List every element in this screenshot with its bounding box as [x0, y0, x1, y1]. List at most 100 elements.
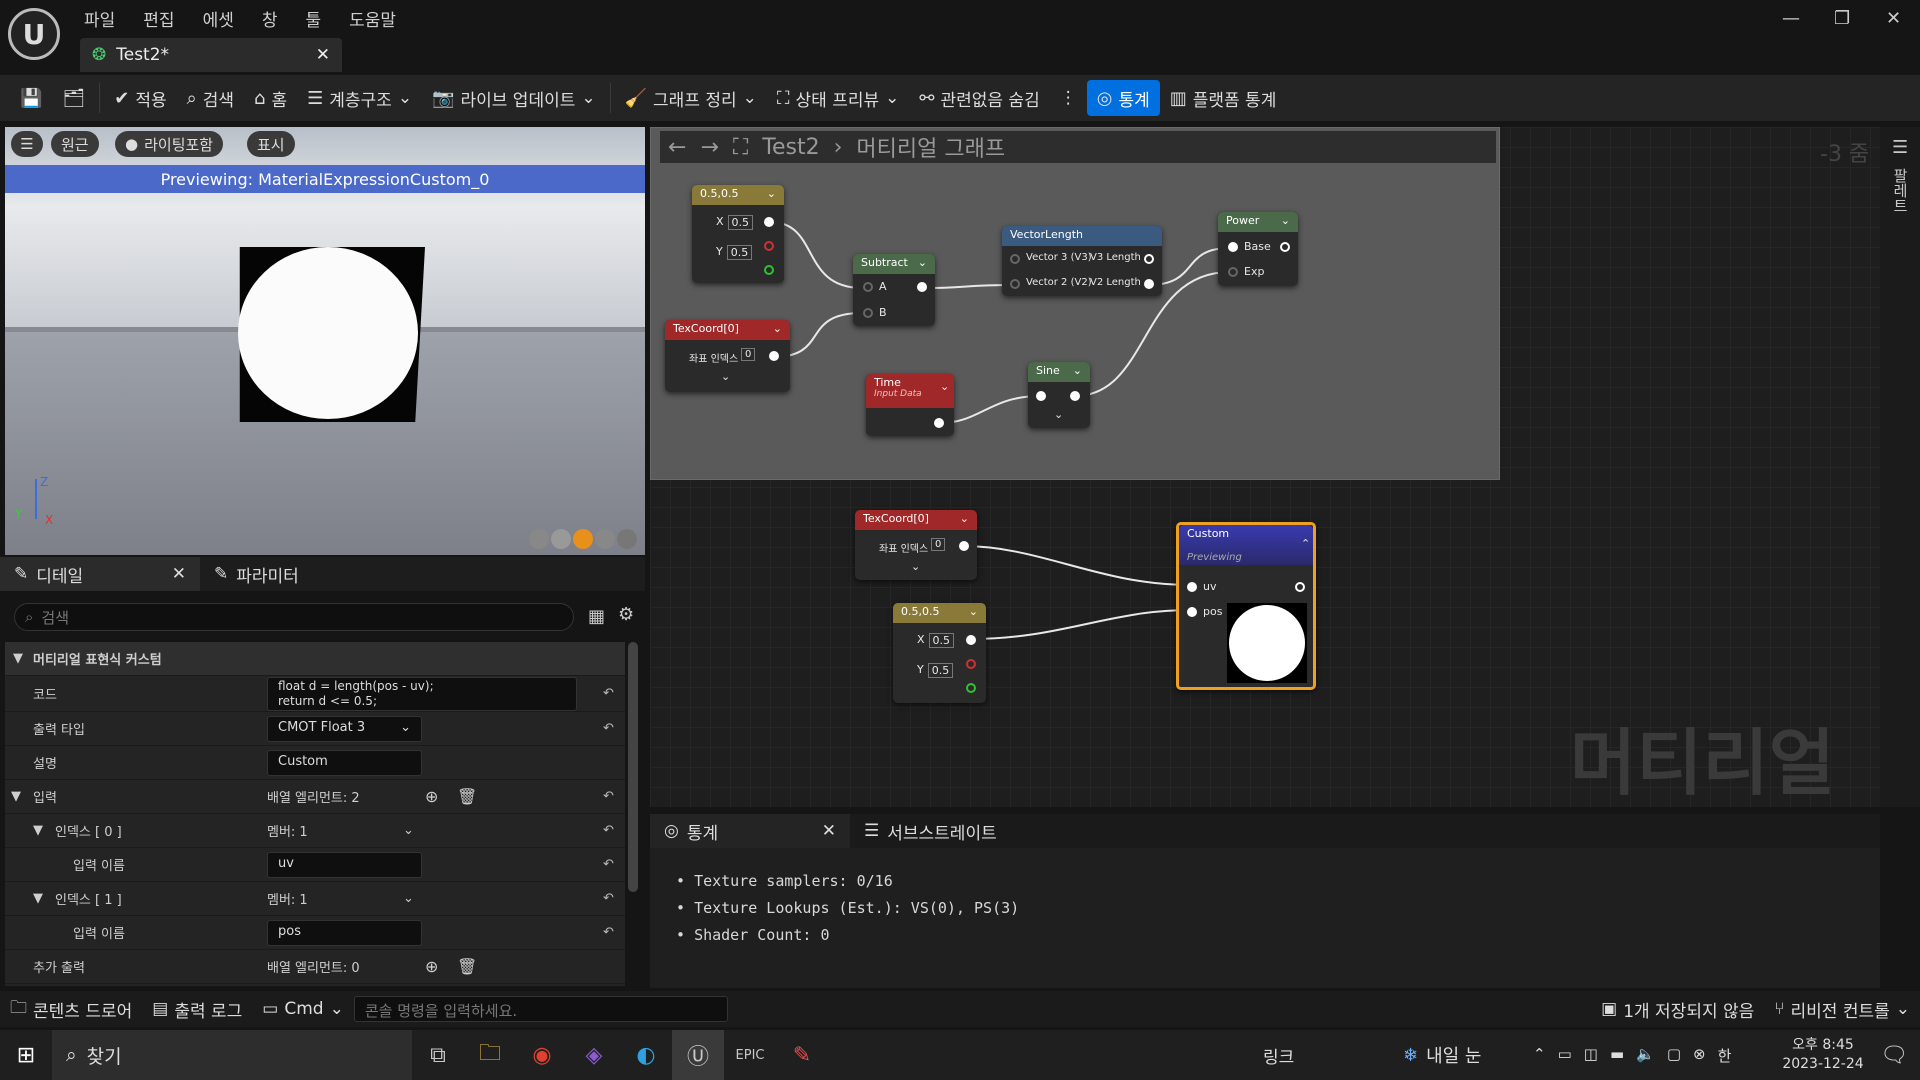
details-search-input[interactable]: ⌕ 검색 — [14, 603, 574, 631]
output-pin-v3[interactable] — [1144, 254, 1154, 264]
node-texcoord-lower[interactable]: TexCoord[0] ⌄ 좌표 인덱스 0 ⌄ — [855, 510, 977, 580]
console-input[interactable]: 콘솔 명령을 입력하세요. — [353, 996, 728, 1022]
clean-graph-button[interactable]: 🧹 그래프 정리 ⌄ — [615, 80, 767, 116]
link-toolbar[interactable]: 링크 — [1263, 1043, 1403, 1068]
reset-icon[interactable]: ↶ — [603, 891, 614, 906]
weather-widget[interactable]: ❄ 내일 눈 — [1403, 1042, 1533, 1068]
node-subtract[interactable]: Subtract ⌄ A B — [853, 254, 935, 326]
unreal-editor-icon[interactable]: Ⓤ — [672, 1030, 724, 1080]
close-stats-icon[interactable]: ✕ — [822, 821, 836, 841]
perspective-button[interactable]: 원근 — [51, 131, 99, 157]
visual-studio-icon[interactable]: ◈ — [568, 1030, 620, 1080]
platform-stats-button[interactable]: ▥ 플랫폼 통계 — [1160, 80, 1287, 116]
chevron-down-icon[interactable]: ▼ — [11, 789, 21, 804]
tab-substrate[interactable]: ☰ 서브스트레이트 — [850, 814, 1011, 848]
input-pin-a[interactable] — [863, 282, 873, 292]
more-options-icon[interactable]: ⋮ — [1050, 80, 1087, 116]
search-button[interactable]: ⌕ 검색 — [177, 80, 244, 116]
status-x-icon[interactable]: ⊗ — [1693, 1045, 1706, 1066]
delete-icon[interactable]: 🗑 — [457, 957, 477, 976]
tab-stats[interactable]: ◎ 통계 ✕ — [650, 814, 850, 848]
clock[interactable]: 오후 8:45 2023-12-24 — [1778, 1036, 1868, 1074]
close-tab-icon[interactable]: ✕ — [316, 45, 330, 65]
preview-state-button[interactable]: ⛶ 상태 프리뷰 ⌄ — [767, 80, 909, 116]
save-button[interactable]: 💾 — [10, 80, 52, 116]
chevron-down-icon[interactable]: ⌄ — [1054, 408, 1063, 421]
input-pin[interactable] — [1036, 391, 1046, 401]
input-name-field-1[interactable]: pos — [267, 919, 422, 946]
code-field[interactable]: float d = length(pos - uv); return d <= 0… — [267, 677, 577, 711]
back-arrow-icon[interactable]: ← — [668, 135, 686, 160]
viewport-menu-icon[interactable]: ☰ — [11, 131, 43, 157]
cylinder-shape-icon[interactable] — [529, 529, 549, 549]
breadcrumb-leaf[interactable]: 머티리얼 그래프 — [856, 131, 1005, 163]
breadcrumb-root[interactable]: Test2 — [762, 135, 819, 160]
input-pin-v2[interactable] — [1010, 279, 1020, 289]
forward-arrow-icon[interactable]: → — [700, 135, 718, 160]
node-power[interactable]: Power ⌄ Base Exp — [1218, 212, 1298, 286]
sphere-shape-icon[interactable] — [551, 529, 571, 549]
reset-icon[interactable]: ↶ — [603, 721, 614, 736]
category-custom-expression[interactable]: ▼ 머티리얼 표현식 커스텀 — [5, 642, 625, 676]
battery-icon[interactable]: ▬ — [1610, 1045, 1624, 1066]
hide-unrelated-button[interactable]: ⚯ 관련없음 숨김 — [909, 80, 1049, 116]
cube-shape-icon[interactable] — [595, 529, 615, 549]
cmd-select[interactable]: ▭ Cmd ⌄ — [252, 991, 354, 1027]
output-pin-g[interactable] — [764, 265, 774, 275]
input-pin-base[interactable] — [1228, 242, 1238, 252]
menu-help[interactable]: 도움말 — [335, 0, 410, 31]
menu-asset[interactable]: 에셋 — [189, 0, 248, 31]
camera-icon[interactable]: ◫ — [1584, 1045, 1598, 1066]
output-pin-r[interactable] — [764, 241, 774, 251]
reset-icon[interactable]: ↶ — [603, 857, 614, 872]
input-pin-exp[interactable] — [1228, 267, 1238, 277]
output-pin[interactable] — [934, 418, 944, 428]
notification-icon[interactable]: 🗨 — [1868, 1030, 1920, 1080]
taskbar-search[interactable]: ⌕ 찾기 — [52, 1030, 412, 1080]
document-tab[interactable]: ❂ Test2* ✕ — [80, 38, 342, 72]
epic-games-icon[interactable]: EPIC — [724, 1030, 776, 1080]
input-pin-v3[interactable] — [1010, 254, 1020, 264]
stats-button[interactable]: ◎ 통계 — [1086, 80, 1160, 116]
volume-icon[interactable]: 🔈 — [1636, 1045, 1655, 1066]
file-explorer-icon[interactable]: 🗀 — [464, 1030, 516, 1080]
menu-file[interactable]: 파일 — [70, 0, 129, 31]
output-pin[interactable] — [1295, 582, 1305, 592]
minimize-icon[interactable]: — — [1782, 8, 1800, 29]
output-pin-r[interactable] — [966, 659, 976, 669]
display-icon[interactable]: ▢ — [1667, 1045, 1681, 1066]
input-pin-uv[interactable] — [1187, 582, 1197, 592]
chevron-down-icon[interactable]: ⌄ — [721, 370, 730, 383]
description-field[interactable]: Custom — [267, 749, 422, 776]
node-texcoord-upper[interactable]: TexCoord[0] ⌄ 좌표 인덱스 0 ⌄ — [665, 320, 790, 392]
home-button[interactable]: ⌂ 홈 — [244, 80, 297, 116]
plane-shape-icon[interactable] — [573, 529, 593, 549]
details-scrollbar[interactable] — [628, 642, 638, 892]
reset-icon[interactable]: ↶ — [603, 686, 614, 701]
revision-control-button[interactable]: ⑂ 리비전 컨트롤 ⌄ — [1764, 991, 1920, 1027]
hierarchy-button[interactable]: ☰ 계층구조 ⌄ — [297, 80, 422, 116]
output-pin[interactable] — [1280, 242, 1290, 252]
output-pin[interactable] — [1070, 391, 1080, 401]
node-custom[interactable]: Custom Previewing ⌃ uv pos — [1176, 522, 1316, 690]
collapse-icon[interactable]: ⌃ — [1301, 537, 1310, 550]
reset-icon[interactable]: ↶ — [603, 823, 614, 838]
gear-icon[interactable]: ⚙ — [618, 604, 634, 625]
reset-icon[interactable]: ↶ — [603, 789, 614, 804]
node-time[interactable]: Time Input Data ⌄ — [866, 374, 954, 436]
close-window-icon[interactable]: ✕ — [1886, 8, 1901, 29]
tab-parameters[interactable]: ✎ 파라미터 — [200, 557, 313, 591]
input-pin-b[interactable] — [863, 308, 873, 318]
node-constant-2vector[interactable]: 0.5,0.5 ⌄ X 0.5 Y 0.5 — [692, 185, 784, 283]
chevron-up-icon[interactable]: ⌃ — [1533, 1045, 1546, 1066]
chevron-down-icon[interactable]: ⌄ — [403, 891, 414, 906]
chrome-icon[interactable]: ◉ — [516, 1030, 568, 1080]
ime-indicator[interactable]: 한 — [1718, 1045, 1732, 1066]
output-pin-g[interactable] — [966, 683, 976, 693]
lighting-button[interactable]: ● 라이팅포함 — [115, 131, 224, 157]
chevron-down-icon[interactable]: ⌄ — [403, 823, 414, 838]
apply-button[interactable]: ✔ 적용 — [104, 80, 176, 116]
node-vector-length[interactable]: VectorLength Vector 3 (V3) V3 Length Vect… — [1002, 226, 1162, 296]
task-view-icon[interactable]: ⧉ — [412, 1030, 464, 1080]
input-name-field-0[interactable]: uv — [267, 851, 422, 878]
